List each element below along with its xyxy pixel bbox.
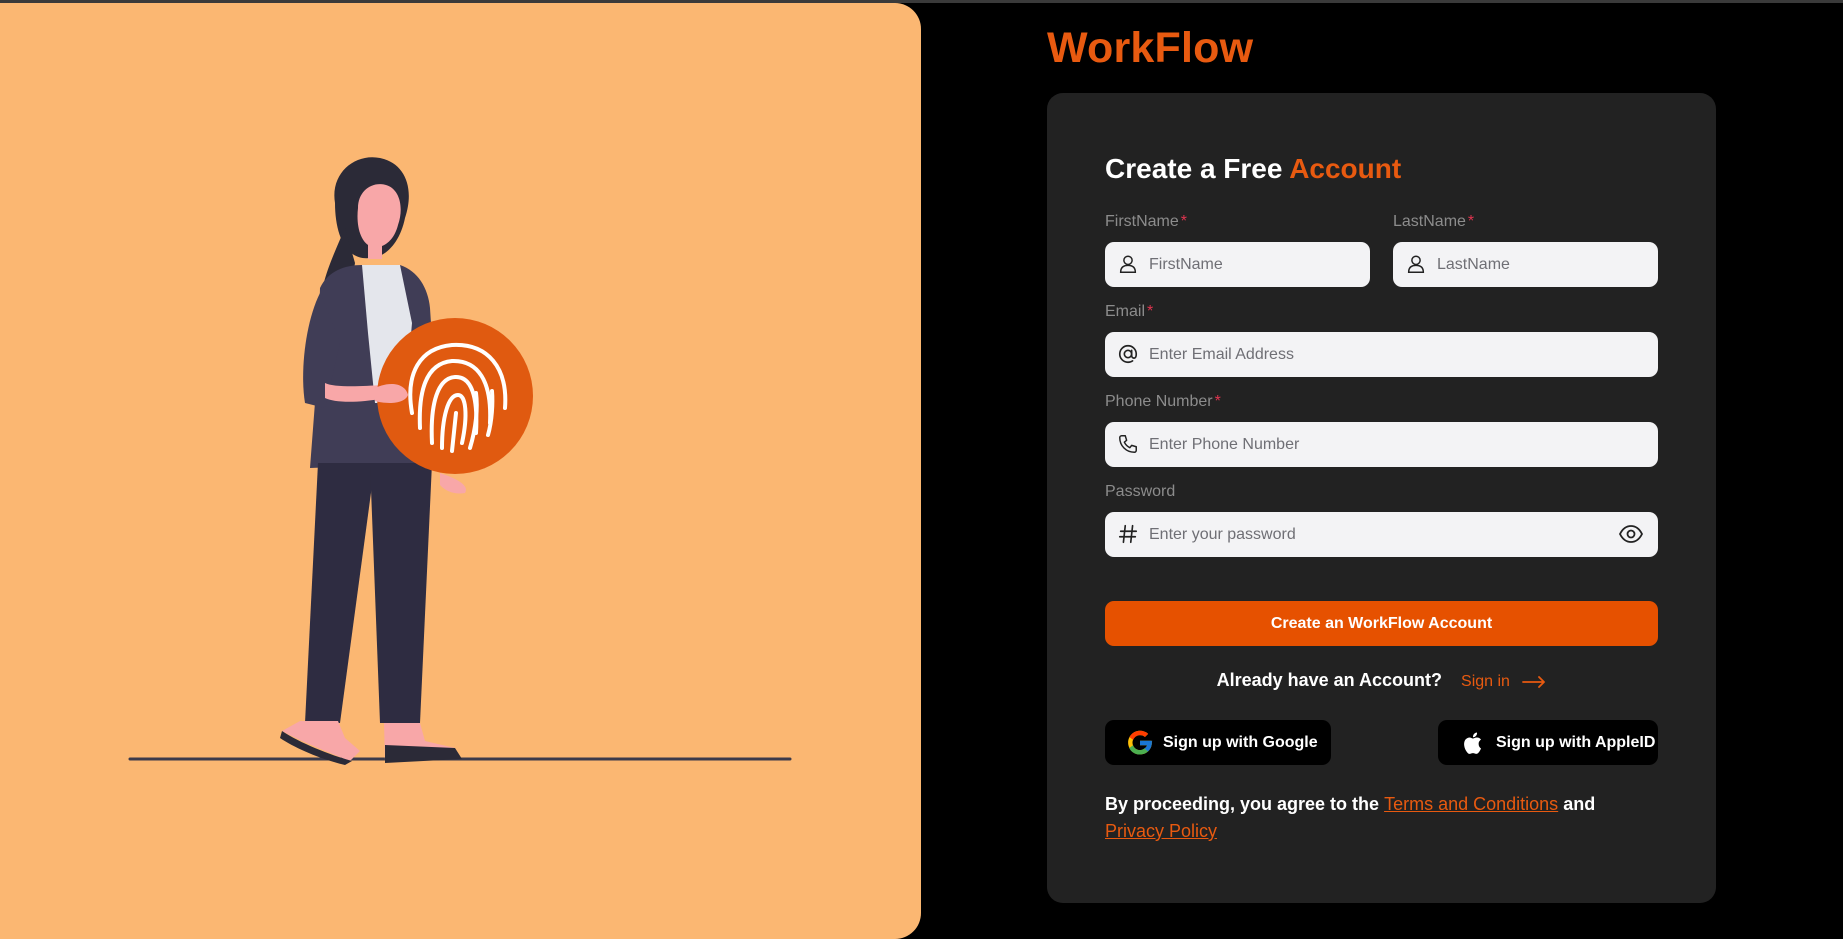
terms-link[interactable]: Terms and Conditions <box>1384 794 1558 814</box>
required-mark: * <box>1180 213 1188 230</box>
google-icon <box>1128 730 1153 754</box>
phone-icon <box>1119 435 1137 453</box>
required-mark: * <box>1147 303 1154 320</box>
arrow-right-icon <box>1522 675 1546 688</box>
at-sign-icon <box>1118 344 1138 364</box>
phone-input[interactable] <box>1149 422 1608 467</box>
have-account-text: Already have an Account? <box>1216 670 1442 690</box>
create-account-button[interactable]: Create an WorkFlow Account <box>1105 601 1658 646</box>
required-mark: * <box>1214 393 1221 410</box>
signup-card: Create a Free Account FirstName* LastNam… <box>1047 93 1716 903</box>
last-name-input[interactable] <box>1437 242 1608 287</box>
app-logo: WorkFlow <box>1047 24 1254 72</box>
password-label: Password <box>1105 483 1176 500</box>
illustration-panel <box>0 3 921 939</box>
signin-link[interactable]: Sign in <box>1461 673 1546 690</box>
password-input[interactable] <box>1149 512 1608 557</box>
phone-label: Phone Number * <box>1105 393 1221 410</box>
apple-signup-button[interactable]: Sign up with AppleID <box>1438 720 1658 765</box>
first-name-field <box>1105 242 1370 287</box>
last-name-label: LastName * <box>1393 213 1475 230</box>
privacy-link[interactable]: Privacy Policy <box>1105 821 1217 841</box>
apple-signup-label: Sign up with AppleID <box>1496 733 1656 751</box>
email-label: Email * <box>1105 303 1154 320</box>
email-field <box>1105 332 1658 377</box>
first-name-label: FirstName * <box>1105 213 1188 230</box>
signin-prompt: Already have an Account? Sign in <box>1105 670 1658 691</box>
terms-notice: By proceeding, you agree to the Terms an… <box>1105 794 1596 841</box>
form-title-accent: Account <box>1289 153 1402 184</box>
email-input[interactable] <box>1149 332 1608 377</box>
user-icon <box>1119 255 1137 273</box>
phone-field <box>1105 422 1658 467</box>
google-signup-button[interactable]: Sign up with Google <box>1105 720 1331 765</box>
user-icon <box>1407 255 1425 273</box>
form-title: Create a Free Account <box>1105 153 1401 185</box>
password-field <box>1105 512 1658 557</box>
hash-icon <box>1118 524 1138 544</box>
required-mark: * <box>1467 213 1475 230</box>
form-title-main: Create a Free <box>1105 153 1283 184</box>
google-signup-label: Sign up with Google <box>1163 733 1318 751</box>
fingerprint-woman-illustration <box>128 157 792 765</box>
eye-icon[interactable] <box>1618 523 1644 545</box>
last-name-field <box>1393 242 1658 287</box>
first-name-input[interactable] <box>1149 242 1320 287</box>
apple-icon <box>1464 732 1481 754</box>
